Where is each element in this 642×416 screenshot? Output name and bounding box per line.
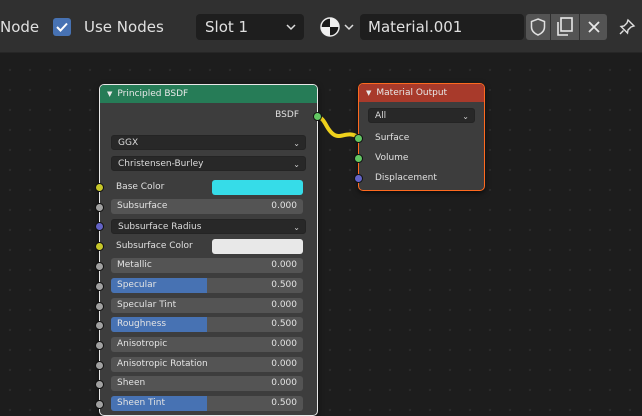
material-output-header[interactable]: ▼ Material Output (359, 84, 484, 102)
editor-type-label[interactable]: Node (0, 14, 39, 40)
slot-dropdown[interactable]: Slot 1 (196, 14, 304, 40)
specular-tint-field[interactable]: Specular Tint 0.000 (111, 298, 303, 313)
pin-button[interactable] (614, 14, 640, 40)
displacement-label: Displacement (375, 173, 437, 183)
bsdf-output-label: BSDF (275, 110, 299, 120)
volume-socket[interactable] (354, 154, 363, 163)
bsdf-output-socket[interactable] (313, 112, 322, 121)
chevron-down-icon: ⌄ (293, 160, 300, 169)
subsurface-radius-dropdown[interactable]: Subsurface Radius ⌄ (111, 219, 306, 234)
specular-label: Specular (117, 280, 157, 290)
roughness-socket[interactable] (95, 321, 104, 330)
anisotropic-rotation-field[interactable]: Anisotropic Rotation 0.000 (111, 357, 303, 372)
roughness-label: Roughness (117, 319, 167, 329)
specular-value: 0.500 (271, 280, 297, 290)
subsurface-color-socket[interactable] (95, 242, 104, 251)
roughness-value: 0.500 (271, 319, 297, 329)
collapse-triangle-icon[interactable]: ▼ (366, 84, 371, 102)
use-nodes-checkbox[interactable] (53, 18, 71, 36)
sheen-socket[interactable] (95, 380, 104, 389)
specular-tint-label: Specular Tint (117, 300, 177, 310)
anisotropic-field[interactable]: Anisotropic 0.000 (111, 337, 303, 352)
principled-bsdf-title: Principled BSDF (117, 89, 189, 99)
sheen-tint-value: 0.500 (271, 398, 297, 408)
sheen-tint-socket[interactable] (95, 400, 104, 409)
unlink-material-button[interactable] (580, 14, 607, 40)
sheen-field[interactable]: Sheen 0.000 (111, 376, 303, 391)
material-output-node[interactable]: ▼ Material Output All ⌄ Surface Volume Di… (354, 83, 485, 191)
anisotropic-rotation-label: Anisotropic Rotation (117, 359, 208, 369)
duplicate-icon (557, 17, 573, 36)
base-color-label: Base Color (116, 182, 165, 192)
subsurface-method-dropdown[interactable]: Christensen-Burley ⌄ (111, 156, 306, 171)
volume-label: Volume (375, 153, 409, 163)
anisotropic-label: Anisotropic (117, 339, 168, 349)
shield-icon (530, 18, 546, 36)
node-editor-header: Node Use Nodes Slot 1 Material.001 (0, 0, 642, 53)
material-output-title: Material Output (376, 88, 448, 98)
subsurface-value: 0.000 (271, 201, 297, 211)
base-color-socket[interactable] (95, 183, 104, 192)
material-name: Material.001 (368, 18, 463, 36)
roughness-field[interactable]: Roughness 0.500 (111, 317, 303, 332)
displacement-socket[interactable] (354, 174, 363, 183)
base-color-swatch[interactable] (212, 180, 303, 195)
principled-bsdf-header[interactable]: ▼ Principled BSDF (100, 85, 317, 103)
target-dropdown[interactable]: All ⌄ (368, 108, 475, 123)
subsurface-color-label: Subsurface Color (116, 241, 193, 251)
principled-bsdf-node[interactable]: ▼ Principled BSDF BSDF GGX ⌄ Christensen-… (95, 84, 322, 416)
subsurface-field[interactable]: Subsurface 0.000 (111, 199, 303, 214)
surface-socket[interactable] (354, 134, 363, 143)
specular-tint-value: 0.000 (271, 300, 297, 310)
metallic-field[interactable]: Metallic 0.000 (111, 258, 303, 273)
distribution-value: GGX (118, 138, 139, 148)
metallic-socket[interactable] (95, 262, 104, 271)
chevron-down-icon (343, 23, 354, 30)
subsurface-radius-socket[interactable] (95, 222, 104, 231)
pin-icon (619, 18, 636, 35)
anisotropic-rotation-socket[interactable] (95, 361, 104, 370)
subsurface-color-swatch[interactable] (212, 239, 303, 254)
fake-user-button[interactable] (526, 14, 550, 40)
sheen-value: 0.000 (271, 378, 297, 388)
chevron-down-icon (286, 14, 296, 40)
metallic-value: 0.000 (271, 260, 297, 270)
chevron-down-icon: ⌄ (293, 223, 300, 232)
checkmark-icon (56, 22, 68, 32)
sheen-tint-field[interactable]: Sheen Tint 0.500 (111, 396, 303, 411)
slot-value: Slot 1 (205, 18, 249, 36)
material-browse-button[interactable] (314, 14, 358, 40)
metallic-label: Metallic (117, 260, 152, 270)
specular-tint-socket[interactable] (95, 302, 104, 311)
specular-socket[interactable] (95, 282, 104, 291)
chevron-down-icon: ⌄ (293, 139, 300, 148)
distribution-dropdown[interactable]: GGX ⌄ (111, 135, 306, 150)
specular-field[interactable]: Specular 0.500 (111, 278, 303, 293)
subsurface-radius-label: Subsurface Radius (118, 222, 202, 232)
anisotropic-rotation-value: 0.000 (271, 359, 297, 369)
subsurface-label: Subsurface (117, 201, 168, 211)
anisotropic-value: 0.000 (271, 339, 297, 349)
target-value: All (375, 111, 387, 121)
anisotropic-socket[interactable] (95, 341, 104, 350)
chevron-down-icon: ⌄ (462, 112, 469, 121)
surface-label: Surface (375, 133, 410, 143)
new-material-button[interactable] (551, 14, 579, 40)
subsurface-socket[interactable] (95, 203, 104, 212)
sheen-label: Sheen (117, 378, 146, 388)
sheen-tint-label: Sheen Tint (117, 398, 166, 408)
close-icon (587, 21, 600, 33)
material-sphere-icon (319, 17, 340, 37)
subsurface-method-value: Christensen-Burley (118, 159, 204, 169)
material-name-field[interactable]: Material.001 (360, 14, 524, 40)
collapse-triangle-icon[interactable]: ▼ (107, 85, 112, 103)
use-nodes-label[interactable]: Use Nodes (84, 14, 164, 40)
